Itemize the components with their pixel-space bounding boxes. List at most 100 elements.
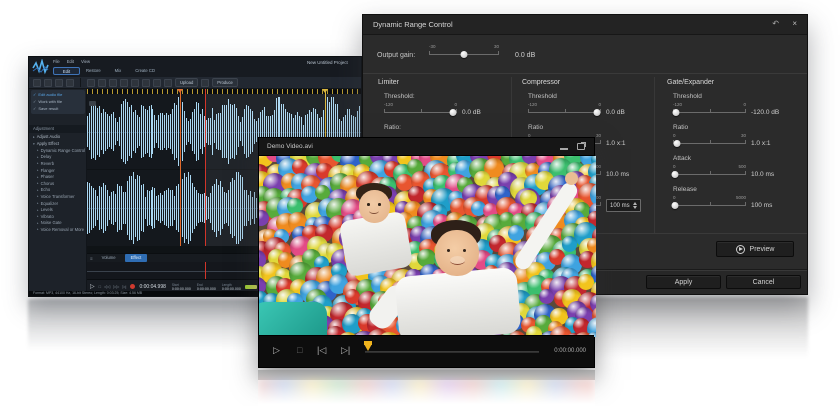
transport-button[interactable]: ▷▷ [113,284,119,289]
toolbar-icon[interactable] [33,79,41,87]
dialog-titlebar[interactable]: Dynamic Range Control ↶ × [363,15,807,35]
compressor-release-spinbox[interactable]: 100 ms [606,199,641,212]
spinner-arrows-icon[interactable] [633,202,637,209]
sidebar-section-header: Adjustment [29,125,86,133]
apply-button[interactable]: Apply [646,275,721,289]
sidebar-group-apply-effect[interactable]: ▾Apply Effect [29,140,86,147]
slider-thumb[interactable] [450,109,457,116]
undo-icon[interactable]: ↶ [772,19,779,28]
slider-thumb[interactable] [673,140,680,147]
toolbar-icon[interactable] [44,79,52,87]
playhead-marker[interactable] [205,89,206,246]
toolbar-icon[interactable] [142,79,150,87]
effect-item[interactable]: ▸Dynamic Range Control [29,147,86,154]
limiter-threshold-slider[interactable]: -120 0 [384,102,457,117]
group-label: Adjust Audio [37,134,60,139]
tab-volume[interactable]: Volume [96,254,122,262]
toolbar-icon[interactable] [66,79,74,87]
effect-item[interactable]: ▸Voice Transformer [29,193,86,200]
gate-threshold-slider[interactable]: -120 0 [673,102,746,117]
toolbar-icon[interactable] [87,79,95,87]
seek-thumb[interactable] [364,344,372,351]
slider-max-label: 0 [454,102,457,107]
field-value: 0:00:00.000 [172,287,191,291]
sidebar-group-adjust-audio[interactable]: ▸Adjust Audio [29,133,86,140]
marker-orange[interactable] [180,89,181,246]
next-frame-button[interactable]: ▷| [341,345,350,356]
effect-item[interactable]: ▸Noise Gate [29,220,86,227]
menu-icon[interactable]: ≡ [90,256,93,261]
tab-effect[interactable]: Effect [125,254,148,262]
effect-item[interactable]: ▸Echo [29,187,86,194]
editor-ribbon-tabs: Restore Mix Create CD [86,68,155,73]
effect-item[interactable]: ▸Equalizer [29,200,86,207]
ribbon-tab[interactable]: Restore [86,68,101,73]
slider-tick [745,171,746,174]
slider-max-label: 5000 [736,195,746,200]
boy2-smile [450,256,465,265]
gate-attack-slider[interactable]: 0 500 [673,164,746,179]
effect-item[interactable]: ▸Delay [29,154,86,161]
effect-item[interactable]: ▸Chorus [29,180,86,187]
reflection-fade [258,370,595,406]
gate-release-slider[interactable]: 0 5000 [673,195,746,210]
previous-frame-button[interactable]: |◁ [317,345,326,356]
preview-button[interactable]: Preview [716,241,794,257]
upload-button[interactable]: Upload [175,78,198,87]
seek-bar[interactable] [365,351,539,353]
ribbon-tab[interactable]: Mix [115,68,122,73]
compressor-threshold-slider[interactable]: -120 0 [528,102,601,117]
minimize-icon[interactable] [560,148,568,150]
produce-button[interactable]: Produce [212,78,238,87]
toolbar-icon[interactable] [201,79,209,87]
toolbar-icon[interactable] [55,79,63,87]
effect-item[interactable]: ▸Voice Removal or More [29,226,86,233]
slider-thumb[interactable] [594,109,601,116]
transport-button[interactable]: ◁◁ [104,284,110,289]
transport-button[interactable]: □ [99,284,101,289]
close-icon[interactable]: × [792,19,797,28]
menu-item-file[interactable]: File [53,59,60,64]
cancel-button[interactable]: Cancel [726,275,801,289]
slider-tick [745,202,746,205]
checklist-item[interactable]: ✓Edit audio file [33,91,83,98]
control-label: Release [673,186,803,193]
ribbon-tab[interactable]: Create CD [135,68,155,73]
effect-item[interactable]: ▸Levels [29,206,86,213]
toolbar-icon[interactable] [98,79,106,87]
control-value: 10.0 ms [606,171,629,179]
play-button[interactable]: ▷ [273,345,280,356]
toolbar-icon[interactable] [131,79,139,87]
popout-icon[interactable] [577,143,585,150]
stop-button[interactable]: □ [297,345,302,355]
checklist-item[interactable]: ✓Save result [33,105,83,112]
transport-button[interactable]: ▷| [122,284,126,289]
slider-thumb[interactable] [672,109,679,116]
play-icon[interactable]: ▷ [90,283,95,290]
menu-item-edit[interactable]: Edit [67,59,74,64]
effect-item[interactable]: ▸Reverb [29,160,86,167]
output-gain-slider[interactable]: -30 30 [429,44,499,59]
toolbar-icon[interactable] [164,79,172,87]
slider-thumb[interactable] [461,51,468,58]
slider-thumb[interactable] [672,171,679,178]
effect-item[interactable]: ▸Vibrato [29,213,86,220]
effect-item[interactable]: ▸Phaser [29,173,86,180]
volume-meter[interactable] [245,285,257,289]
divider [363,73,807,74]
checklist-label: Save result [38,106,58,111]
app-logo-icon [32,59,49,75]
ball [508,225,525,242]
checklist-item[interactable]: ✓Work with file [33,98,83,105]
slider-min-label: -120 [384,102,393,107]
player-titlebar[interactable]: Demo Video.avi [259,138,594,156]
toolbar-icon[interactable] [109,79,117,87]
gate-ratio-slider[interactable]: 0 30 [673,133,746,148]
menu-item-view[interactable]: View [81,59,90,64]
slider-thumb[interactable] [672,202,679,209]
record-icon[interactable] [130,284,135,289]
tab-edit[interactable]: Edit [53,67,80,75]
effect-item[interactable]: ▸Flanger [29,167,86,174]
toolbar-icon[interactable] [120,79,128,87]
toolbar-icon[interactable] [153,79,161,87]
